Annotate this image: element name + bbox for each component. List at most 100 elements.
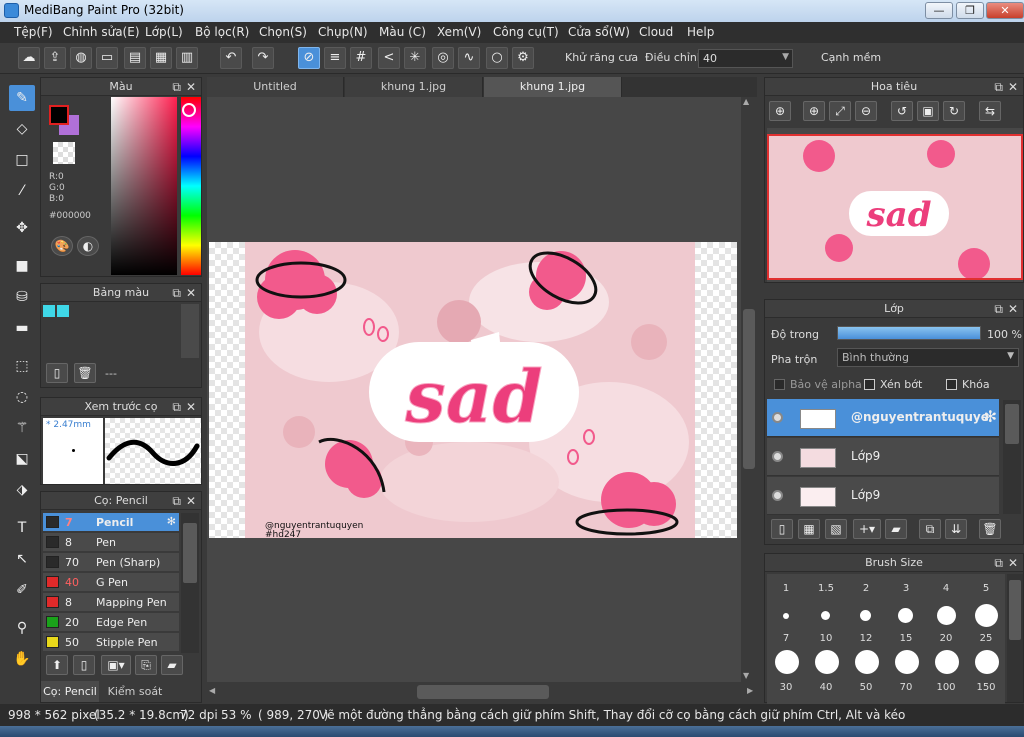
- size-option[interactable]: 10: [807, 633, 845, 644]
- popout-icon[interactable]: ⧉: [994, 554, 1003, 572]
- size-option[interactable]: 2: [847, 583, 885, 594]
- palette-swatch[interactable]: [57, 305, 69, 317]
- popout-icon[interactable]: ⧉: [994, 300, 1003, 318]
- flip-horizontal-icon[interactable]: ⇆: [979, 101, 1001, 121]
- size-dot[interactable]: [975, 604, 998, 627]
- vertical-scroll-thumb[interactable]: [743, 309, 755, 469]
- close-panel-icon[interactable]: ✕: [186, 398, 196, 416]
- magic-wand-tool-icon[interactable]: ⚚: [9, 415, 35, 441]
- size-option[interactable]: 20: [927, 633, 965, 644]
- brush-folder-icon[interactable]: ▰: [161, 655, 183, 675]
- menu-layer[interactable]: Lớp(L): [145, 25, 183, 39]
- share-icon[interactable]: ⇪: [44, 47, 66, 69]
- navigator-preview[interactable]: sad: [767, 128, 1023, 282]
- visibility-icon[interactable]: [772, 490, 783, 501]
- size-dot[interactable]: [895, 650, 919, 674]
- adjust-select[interactable]: 40 ▼: [698, 49, 793, 68]
- bucket-tool-icon[interactable]: ⛁: [9, 284, 35, 310]
- select-tool-icon[interactable]: ⬚: [9, 353, 35, 379]
- brush-row-edge-pen[interactable]: 20 Edge Pen: [43, 613, 179, 632]
- brush-import-menu-icon[interactable]: ▣▾: [101, 655, 131, 675]
- divide-tool-icon[interactable]: ✐: [9, 577, 35, 603]
- fit-view-icon[interactable]: ⤢: [829, 101, 851, 121]
- lock-checkbox[interactable]: [946, 379, 957, 390]
- close-panel-icon[interactable]: ✕: [186, 78, 196, 96]
- tab-brush[interactable]: Cọ: Pencil: [41, 681, 99, 702]
- size-dot[interactable]: [783, 613, 789, 619]
- size-option[interactable]: 25: [967, 633, 1005, 644]
- zoom-in-small-icon[interactable]: ⊕: [803, 101, 825, 121]
- clipping-checkbox[interactable]: [864, 379, 875, 390]
- hand-tool-icon[interactable]: ✋: [9, 646, 35, 672]
- scroll-right-icon[interactable]: ▶: [747, 686, 753, 695]
- size-option[interactable]: 70: [887, 682, 925, 693]
- palette-icon[interactable]: 🎨: [51, 236, 73, 256]
- brush-size-scroll-thumb[interactable]: [1009, 580, 1021, 640]
- size-option[interactable]: 50: [847, 682, 885, 693]
- scroll-left-icon[interactable]: ◀: [209, 686, 215, 695]
- brush-row-g-pen[interactable]: 40 G Pen: [43, 573, 179, 592]
- brush-row-pencil[interactable]: 7 Pencil ✻: [43, 513, 179, 532]
- menu-color[interactable]: Màu (C): [379, 25, 426, 39]
- duplicate-layer-icon[interactable]: ⧉: [919, 519, 941, 539]
- rotate-left-icon[interactable]: ↺: [891, 101, 913, 121]
- popout-icon[interactable]: ⧉: [172, 492, 181, 510]
- page-icon[interactable]: ▤: [124, 47, 146, 69]
- merge-layer-icon[interactable]: ⇊: [945, 519, 967, 539]
- layer-scroll-thumb[interactable]: [1005, 404, 1019, 444]
- redo-button[interactable]: ↷: [252, 47, 274, 69]
- palette-swatch[interactable]: [43, 305, 55, 317]
- delete-layer-icon[interactable]: 🗑: [979, 519, 1001, 539]
- brush-size-scrollbar[interactable]: [1007, 574, 1023, 702]
- size-dot[interactable]: [821, 611, 830, 620]
- canvas-document[interactable]: sad @nguyentrantuquyen #hd247: [209, 242, 737, 538]
- layer-row[interactable]: Lớp9: [767, 477, 999, 515]
- size-dot[interactable]: [815, 650, 839, 674]
- size-option[interactable]: 3: [887, 583, 925, 594]
- new-brush-icon[interactable]: ▯: [73, 655, 95, 675]
- fill-shape-tool-icon[interactable]: ■: [9, 253, 35, 279]
- menu-tools[interactable]: Công cụ(T): [493, 25, 559, 39]
- delete-palette-icon[interactable]: 🗑: [74, 363, 96, 383]
- canvas-vertical-scrollbar[interactable]: ▲ ▼: [741, 97, 757, 682]
- popout-icon[interactable]: ⧉: [172, 398, 181, 416]
- new-8bit-layer-icon[interactable]: ▧: [825, 519, 847, 539]
- layer-row[interactable]: @nguyentrantuquye ✻: [767, 399, 999, 437]
- undo-button[interactable]: ↶: [220, 47, 242, 69]
- brush-row-pen[interactable]: 8 Pen: [43, 533, 179, 552]
- size-dot[interactable]: [855, 650, 879, 674]
- settings-gear-icon[interactable]: ⚙: [512, 47, 534, 69]
- size-option[interactable]: 40: [807, 682, 845, 693]
- menu-capture[interactable]: Chụp(N): [318, 25, 368, 39]
- menu-help[interactable]: Help: [687, 25, 714, 39]
- size-dot[interactable]: [860, 610, 871, 621]
- horizontal-scroll-thumb[interactable]: [417, 685, 549, 699]
- cross-snap-icon[interactable]: #: [350, 47, 372, 69]
- brush-row-mapping-pen[interactable]: 8 Mapping Pen: [43, 593, 179, 612]
- layer-folder-icon[interactable]: ▰: [885, 519, 907, 539]
- lasso-tool-icon[interactable]: ◌: [9, 384, 35, 410]
- brush-row-stipple-pen[interactable]: 50 Stipple Pen: [43, 633, 179, 652]
- tab-khung-1-active[interactable]: khung 1.jpg: [484, 77, 622, 97]
- popout-icon[interactable]: ⧉: [172, 78, 181, 96]
- size-option[interactable]: 1.5: [807, 583, 845, 594]
- size-option[interactable]: 150: [967, 682, 1005, 693]
- radial-snap-icon[interactable]: ✳: [404, 47, 426, 69]
- size-option[interactable]: 30: [767, 682, 805, 693]
- size-dot[interactable]: [937, 606, 956, 625]
- zoom-out-icon[interactable]: ⊖: [855, 101, 877, 121]
- tab-untitled[interactable]: Untitled: [207, 77, 344, 97]
- close-panel-icon[interactable]: ✕: [186, 284, 196, 302]
- protect-alpha-checkbox[interactable]: [774, 379, 785, 390]
- add-layer-menu-icon[interactable]: +▾: [853, 519, 881, 539]
- close-panel-icon[interactable]: ✕: [1008, 300, 1018, 318]
- brush-scrollbar[interactable]: [181, 513, 199, 653]
- size-option[interactable]: 7: [767, 633, 805, 644]
- menu-filter[interactable]: Bộ lọc(R): [195, 25, 249, 39]
- select-pen-tool-icon[interactable]: ⬕: [9, 446, 35, 472]
- palette-scrollbar[interactable]: [181, 304, 199, 358]
- tab-khung-1[interactable]: khung 1.jpg: [345, 77, 483, 97]
- grid-layout-icon[interactable]: ▥: [176, 47, 198, 69]
- move-tool-icon[interactable]: ✥: [9, 215, 35, 241]
- size-dot[interactable]: [975, 650, 999, 674]
